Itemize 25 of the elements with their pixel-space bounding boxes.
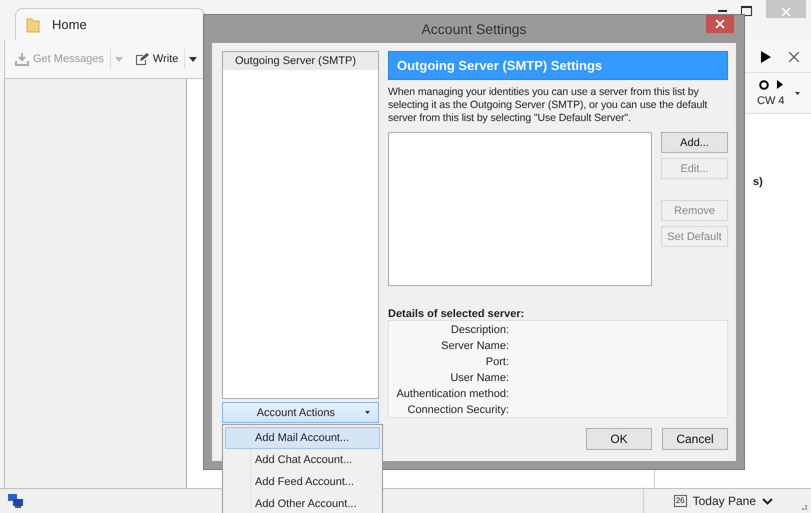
dialog-button[interactable]: Cancel (662, 428, 728, 450)
dialog-button[interactable]: OK (586, 428, 652, 450)
server-button[interactable]: Add... (661, 132, 728, 153)
today-pane-button[interactable]: 26 Today Pane (642, 489, 793, 513)
menu-item[interactable]: Add Feed Account... (225, 471, 380, 493)
dialog-title: Account Settings (421, 21, 527, 37)
toolbar-button[interactable]: Write (132, 50, 180, 68)
field-label: Authentication method: (396, 387, 509, 402)
home-tab[interactable]: Home (15, 8, 205, 40)
field-label: Description: (450, 323, 509, 338)
week-label: CW 4 (757, 94, 784, 106)
field-label: User Name: (450, 371, 509, 386)
account-list-item[interactable]: Outgoing Server (SMTP) (223, 52, 378, 70)
details-title: Details of selected server: (388, 308, 526, 320)
menu-item[interactable]: Add Other Account... (225, 493, 380, 513)
field-label: Server Name: (441, 339, 509, 354)
field-label: Port: (486, 355, 509, 370)
field-label: Connection Security: (408, 403, 509, 418)
account-actions-button[interactable]: Account Actions (222, 402, 379, 423)
menu-item[interactable]: Add Chat Account... (225, 449, 380, 471)
section-header: Outgoing Server (SMTP) Settings (388, 51, 728, 80)
calendar-icon: 26 (674, 495, 687, 507)
menu-item[interactable]: Add Mail Account... (225, 427, 380, 449)
event-text: s) (753, 176, 763, 188)
description-text: When managing your identities you can use a server from this list by selecting it as the Outgoing Server (SMTP), or you can use the default server from this list by selecting "Use Default Server". (388, 86, 708, 125)
